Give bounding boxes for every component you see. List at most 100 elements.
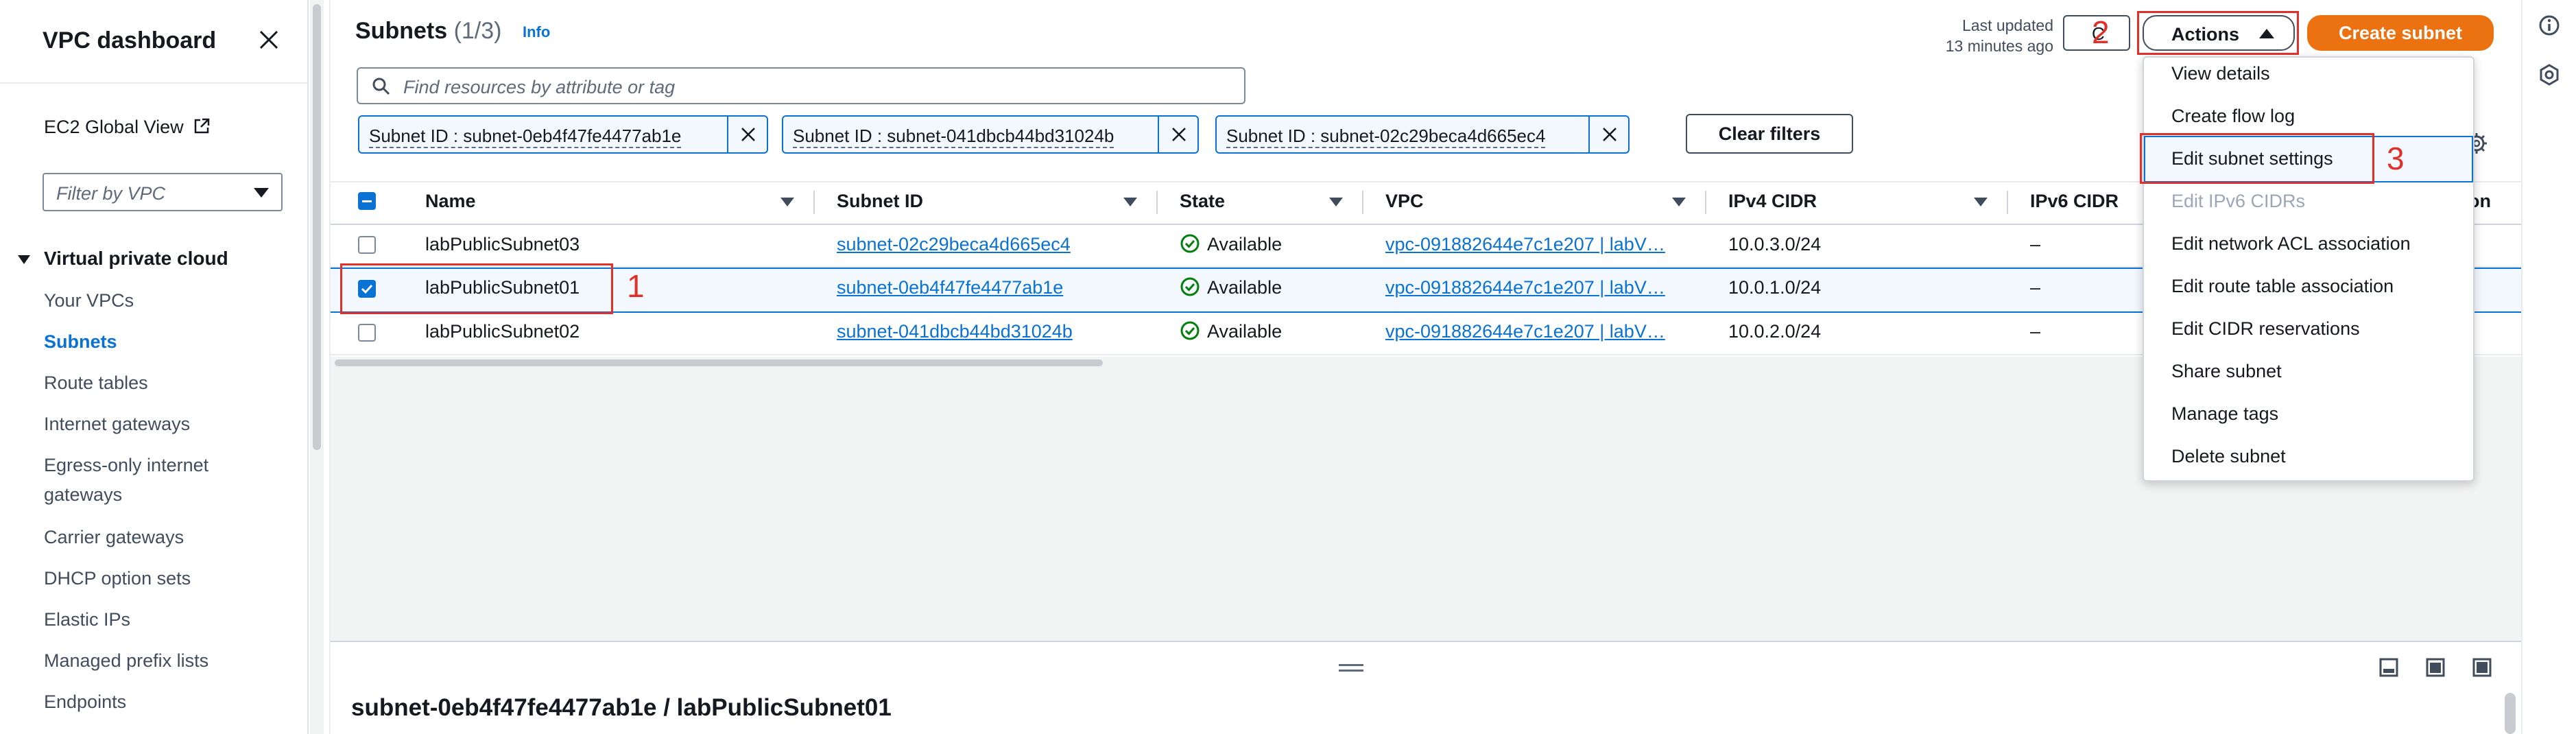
row-checkbox[interactable]: [358, 236, 376, 254]
table-horizontal-scrollbar-thumb[interactable]: [335, 359, 1103, 366]
filter-token-label: Subnet ID : subnet-041dbcb44bd31024b: [793, 126, 1114, 148]
info-link[interactable]: Info: [523, 23, 550, 41]
menu-item-edit-route-table-association[interactable]: Edit route table association: [2171, 276, 2394, 297]
sidebar-section-virtual-private-cloud[interactable]: Virtual private cloud: [18, 248, 228, 270]
panel-side-icon[interactable]: [2425, 657, 2446, 678]
sidebar-item-egress-only-internet-gateways[interactable]: Egress-only internet: [44, 451, 208, 480]
menu-item-view-details[interactable]: View details: [2171, 63, 2270, 84]
caret-down-icon: [18, 255, 30, 265]
sidebar-item-managed-prefix-lists[interactable]: Managed prefix lists: [44, 646, 208, 675]
filter-by-vpc-placeholder: Filter by VPC: [56, 183, 166, 204]
panel-bottom-icon[interactable]: [2378, 657, 2399, 678]
column-separator[interactable]: [1705, 191, 1706, 214]
sidebar-item-dhcp-option-sets[interactable]: DHCP option sets: [44, 564, 191, 593]
drag-handle-line: [1339, 670, 1363, 672]
sort-caret-icon[interactable]: [1329, 198, 1343, 206]
annotation-number-2: 2: [2092, 14, 2110, 50]
search-input[interactable]: Find resources by attribute or tag: [357, 67, 1245, 104]
column-header-subnet-id[interactable]: Subnet ID: [837, 191, 923, 212]
menu-item-manage-tags[interactable]: Manage tags: [2171, 403, 2278, 425]
filter-token-remove-button[interactable]: [1588, 117, 1628, 152]
cell-subnet-id-link[interactable]: subnet-0eb4f47fe4477ab1e: [837, 277, 1063, 298]
sort-caret-icon[interactable]: [1672, 198, 1686, 206]
external-link-icon: [194, 118, 210, 134]
close-icon: [741, 128, 755, 141]
filter-by-vpc-select[interactable]: Filter by VPC: [43, 173, 283, 211]
column-separator[interactable]: [2007, 191, 2008, 214]
ec2-global-view-link[interactable]: EC2 Global View: [44, 117, 211, 138]
column-separator[interactable]: [1362, 191, 1363, 214]
filter-token-subnet-02c2[interactable]: Subnet ID : subnet-02c29beca4d665ec4: [1215, 115, 1630, 154]
sidebar-item-endpoints[interactable]: Endpoints: [44, 687, 126, 716]
cell-vpc-link[interactable]: vpc-091882644e7c1e207 | labV…: [1385, 321, 1665, 342]
annotation-box-3: [2140, 133, 2374, 184]
filter-token-subnet-041d[interactable]: Subnet ID : subnet-041dbcb44bd31024b: [782, 115, 1199, 154]
column-header-ipv6-cidr[interactable]: IPv6 CIDR: [2030, 191, 2119, 212]
status-available-icon: [1180, 234, 1200, 253]
sort-caret-icon[interactable]: [780, 198, 794, 206]
menu-item-edit-cidr-reservations[interactable]: Edit CIDR reservations: [2171, 318, 2360, 340]
sidebar-item-carrier-gateways[interactable]: Carrier gateways: [44, 523, 184, 552]
annotation-number-1: 1: [627, 268, 645, 304]
split-panel-drag-handle[interactable]: [1339, 664, 1363, 675]
filter-token-subnet-0eb4[interactable]: Subnet ID : subnet-0eb4f47fe4477ab1e: [358, 115, 768, 154]
hexagon-settings-icon[interactable]: [2538, 63, 2561, 86]
column-separator[interactable]: [813, 191, 815, 214]
cell-ipv4-cidr: 10.0.3.0/24: [1728, 234, 1822, 254]
sort-caret-icon[interactable]: [1974, 198, 1988, 206]
sidebar-item-internet-gateways[interactable]: Internet gateways: [44, 410, 190, 438]
close-icon: [1172, 128, 1186, 141]
sidebar-title[interactable]: VPC dashboard: [43, 27, 216, 54]
detail-panel-scrollbar[interactable]: [2505, 693, 2516, 734]
create-subnet-button[interactable]: Create subnet: [2307, 15, 2494, 51]
column-header-ipv4-cidr[interactable]: IPv4 CIDR: [1728, 191, 1817, 212]
sidebar-item-your-vpcs[interactable]: Your VPCs: [44, 286, 134, 315]
cell-state: Available: [1207, 321, 1283, 342]
info-circle-icon[interactable]: [2538, 14, 2561, 37]
menu-item-delete-subnet[interactable]: Delete subnet: [2171, 446, 2286, 467]
status-available-icon: [1180, 321, 1200, 340]
cell-subnet-id-link[interactable]: subnet-02c29beca4d665ec4: [837, 234, 1071, 255]
sidebar-divider: [0, 82, 307, 84]
detail-panel-title: subnet-0eb4f47fe4477ab1e / labPublicSubn…: [351, 694, 892, 721]
sidebar-item-elastic-ips[interactable]: Elastic IPs: [44, 605, 130, 634]
cell-subnet-id-link[interactable]: subnet-041dbcb44bd31024b: [837, 321, 1073, 342]
column-header-state[interactable]: State: [1180, 191, 1225, 212]
clear-filters-button[interactable]: Clear filters: [1686, 114, 1853, 154]
cell-vpc-link[interactable]: vpc-091882644e7c1e207 | labV…: [1385, 277, 1665, 298]
last-updated-label: Last updated: [1961, 16, 2053, 34]
cell-ipv6-cidr: –: [2030, 277, 2041, 298]
search-placeholder: Find resources by attribute or tag: [403, 77, 676, 97]
last-updated: Last updated 13 minutes ago: [1852, 15, 2053, 56]
column-header-name[interactable]: Name: [425, 191, 476, 212]
sidebar-item-egress-only-internet-gateways-line2[interactable]: gateways: [44, 480, 122, 509]
menu-item-share-subnet[interactable]: Share subnet: [2171, 361, 2282, 382]
row-checkbox[interactable]: [358, 324, 376, 342]
column-separator[interactable]: [1156, 191, 1158, 214]
indeterminate-icon: [362, 200, 372, 202]
filter-token-remove-button[interactable]: [727, 117, 767, 152]
annotation-number-3: 3: [2387, 141, 2405, 176]
menu-item-edit-ipv6-cidrs: Edit IPv6 CIDRs: [2171, 191, 2306, 211]
right-tools-rail: [2521, 0, 2576, 734]
sort-caret-icon[interactable]: [1123, 198, 1137, 206]
selection-count: (1/3): [453, 18, 502, 44]
sidebar-section-label: Virtual private cloud: [44, 248, 228, 269]
close-icon[interactable]: [258, 29, 280, 51]
menu-item-edit-network-acl-association[interactable]: Edit network ACL association: [2171, 233, 2411, 254]
sidebar-item-subnets[interactable]: Subnets: [44, 327, 117, 356]
panel-full-icon[interactable]: [2472, 657, 2492, 678]
split-panel-divider[interactable]: [331, 641, 2521, 642]
menu-item-create-flow-log[interactable]: Create flow log: [2171, 106, 2295, 127]
cell-ipv6-cidr: –: [2030, 234, 2041, 254]
page-title-text: Subnets: [355, 18, 448, 44]
sidebar-item-route-tables[interactable]: Route tables: [44, 368, 148, 397]
page-title: Subnets (1/3): [355, 18, 502, 45]
select-all-checkbox[interactable]: [358, 192, 376, 210]
cell-ipv4-cidr: 10.0.2.0/24: [1728, 321, 1822, 342]
cell-vpc-link[interactable]: vpc-091882644e7c1e207 | labV…: [1385, 234, 1665, 255]
column-header-vpc[interactable]: VPC: [1385, 191, 1424, 212]
filter-token-remove-button[interactable]: [1158, 117, 1197, 152]
sidebar-scrollbar-thumb[interactable]: [313, 4, 321, 450]
search-icon: [372, 78, 390, 95]
